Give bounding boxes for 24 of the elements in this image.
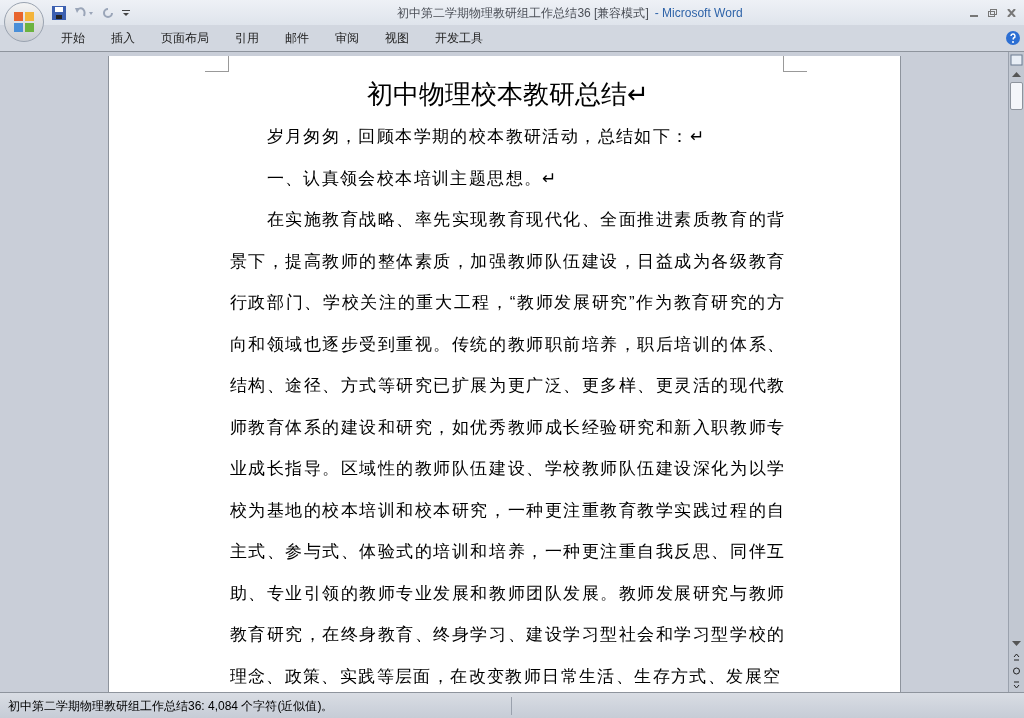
paragraph: 一、认真领会校本培训主题思想。↵ — [265, 167, 559, 190]
help-icon[interactable] — [1006, 31, 1020, 45]
office-logo-icon — [13, 11, 35, 33]
ribbon-tab[interactable]: 邮件 — [272, 27, 322, 49]
paragraph: 岁月匆匆，回顾本学期的校本教研活动，总结如下：↵ — [265, 126, 707, 148]
document-title: 初中物理校本教研总结↵ — [365, 78, 650, 111]
ribbon-tab[interactable]: 视图 — [372, 27, 422, 49]
ribbon-tab[interactable]: 引用 — [222, 27, 272, 49]
window-title: 初中第二学期物理教研组工作总结36 [兼容模式] — [397, 4, 649, 22]
office-button[interactable] — [4, 2, 44, 42]
customize-arrow-icon[interactable] — [122, 8, 130, 17]
save-icon[interactable] — [52, 5, 66, 20]
ruler-toggle-icon[interactable] — [1009, 52, 1024, 68]
ribbon-tab[interactable]: 开始 — [48, 27, 98, 49]
ribbon-tab[interactable]: 页面布局 — [148, 27, 222, 49]
ribbon-tab[interactable]: 审阅 — [322, 27, 372, 49]
app-name: - Microsoft Word — [654, 4, 743, 22]
ribbon-tab[interactable]: 开发工具 — [422, 27, 496, 49]
restore-icon[interactable] — [988, 8, 997, 17]
paragraph: 在实施教育战略、率先实现教育现代化、全面推进素质教育的背景下，提高教师的整体素质，加强教师队伍建设，日益成为各级教育行政部门、学校关注的重大工程，“教师发展研究”作为教育研究的方向和领域也逐步受到重视。传统的教师职前培养，职后培训的体系、结构、途径、方式等研究已扩展为更广泛、更多样、更灵活的现代教师教育体系的建设和研究，如优秀教师成长经验研究和新入职教师专业成长指导。区域性的教师队伍建设、学校教师队伍建设深化为以学校为基地的校本培训和校本研究，一种更注重教育教学实践过程的自主式、参与式、体验式的培训和培养，一种更注重自我反思、同伴互助、专业引领的教师专业发展和教师团队发展。教师发展研究与教师教育研究，在终身教育、终身学习、建设学习型社会和学习型学校的理念、政策、实践等层面，在改变教师日常生活、生存方式、发展空 — [229, 209, 786, 688]
ribbon-tab[interactable]: 插入 — [98, 27, 148, 49]
scrollbar-thumb[interactable] — [1010, 82, 1023, 110]
close-icon[interactable] — [1007, 8, 1016, 17]
status-text: 初中第二学期物理教研组工作总结36: 4,084 个字符(近似值)。 — [0, 696, 512, 715]
